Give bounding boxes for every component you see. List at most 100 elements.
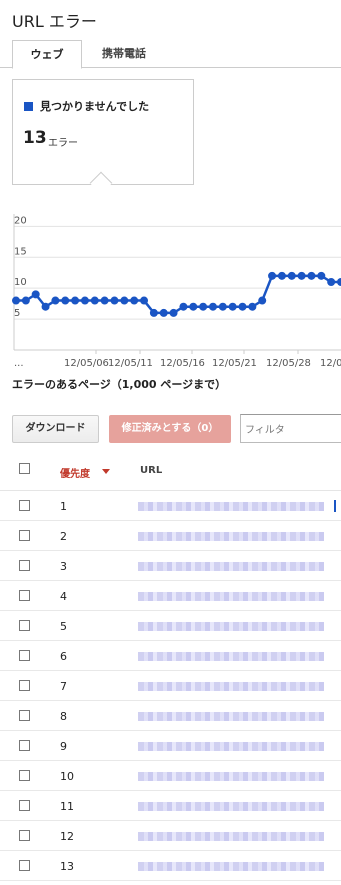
data-point [287,271,296,280]
data-point [140,296,149,305]
data-point [268,271,277,280]
x-tick-label: 12/0 [320,358,341,369]
row-url-link[interactable] [138,832,324,841]
row-checkbox[interactable] [19,650,30,661]
row-priority: 9 [60,740,67,753]
table-header: 優先度 URL [0,455,341,491]
error-trend-chart: 20 15 10 5... 12/05/06 12/05/11 12/05/16 12/05/… [12,214,341,369]
row-url-link[interactable] [138,532,324,541]
download-button[interactable]: ダウンロード [12,415,99,443]
row-url-link[interactable] [138,500,336,512]
data-point [21,296,30,305]
table-row[interactable]: 11 [0,791,341,821]
data-point [189,302,198,311]
x-tick-label: 12/05/11 [108,358,153,369]
row-url-link[interactable] [138,802,324,811]
row-checkbox[interactable] [19,560,30,571]
data-point [337,278,341,286]
data-point [149,308,158,317]
table-row[interactable]: 13 [0,851,341,881]
table-row[interactable]: 5 [0,611,341,641]
data-point [120,296,129,305]
row-url-link[interactable] [138,682,324,691]
x-tick-label: ... [14,358,24,369]
tab-mobile[interactable]: 携帯電話 [86,40,162,68]
table-row[interactable]: 10 [0,761,341,791]
row-priority: 2 [60,530,67,543]
table-row[interactable]: 12 [0,821,341,851]
row-checkbox[interactable] [19,530,30,541]
row-priority: 11 [60,800,74,813]
data-point [258,296,267,305]
data-point [327,278,336,286]
data-point [41,302,50,311]
data-point [12,296,20,305]
x-tick-label: 12/05/06 [64,358,109,369]
row-checkbox[interactable] [19,860,30,871]
data-point [199,302,208,311]
row-priority: 3 [60,560,67,573]
table-row[interactable]: 4 [0,581,341,611]
row-checkbox[interactable] [19,770,30,781]
row-checkbox[interactable] [19,800,30,811]
data-point [218,302,227,311]
section-title: エラーのあるページ（1,000 ページまで） [12,378,227,391]
table-row[interactable]: 1 [0,491,341,521]
row-checkbox[interactable] [19,620,30,631]
mark-fixed-button[interactable]: 修正済みとする（0） [109,415,231,443]
row-url-link[interactable] [138,742,324,751]
table-row[interactable]: 3 [0,551,341,581]
data-point [307,271,316,280]
y-tick-label: 5 [14,308,20,319]
error-table-body: 1 2 3 4 5 6 7 8 9 10 11 12 13 [0,491,341,881]
table-row[interactable]: 8 [0,701,341,731]
select-all-checkbox[interactable] [19,463,30,474]
error-count: 13 [23,128,47,148]
row-priority: 8 [60,710,67,723]
series-color-swatch [24,102,33,111]
row-priority: 12 [60,830,74,843]
x-tick-label: 12/05/21 [212,358,257,369]
row-priority: 5 [60,620,67,633]
row-url-link[interactable] [138,772,324,781]
data-point [71,296,80,305]
data-point [228,302,237,311]
row-priority: 10 [60,770,74,783]
tab-web[interactable]: ウェブ [12,40,82,69]
row-checkbox[interactable] [19,740,30,751]
data-point [110,296,119,305]
data-point [100,296,109,305]
row-checkbox[interactable] [19,680,30,691]
column-header-priority[interactable]: 優先度 [60,465,90,480]
row-url-link[interactable] [138,862,324,871]
table-row[interactable]: 6 [0,641,341,671]
row-checkbox[interactable] [19,500,30,511]
column-header-url[interactable]: URL [140,465,162,476]
row-url-link[interactable] [138,622,324,631]
row-checkbox[interactable] [19,590,30,601]
error-summary-card[interactable]: 見つかりませんでした 13 エラー [12,79,194,185]
y-tick-label: 10 [14,277,27,288]
table-row[interactable]: 2 [0,521,341,551]
table-row[interactable]: 7 [0,671,341,701]
data-point [208,302,217,311]
row-checkbox[interactable] [19,830,30,841]
data-point [248,302,257,311]
data-point [169,308,178,317]
x-tick-label: 12/05/28 [266,358,311,369]
data-point [80,296,89,305]
data-point [277,271,286,280]
row-url-link[interactable] [138,592,324,601]
row-checkbox[interactable] [19,710,30,721]
filter-input[interactable]: フィルタ [240,414,341,443]
data-point [51,296,60,305]
table-row[interactable]: 9 [0,731,341,761]
row-url-link[interactable] [138,562,324,571]
sort-desc-icon[interactable] [102,469,110,474]
data-point [297,271,306,280]
data-point [61,296,70,305]
data-point [238,302,247,311]
row-url-link[interactable] [138,712,324,721]
row-url-link[interactable] [138,652,324,661]
data-point [159,308,168,317]
